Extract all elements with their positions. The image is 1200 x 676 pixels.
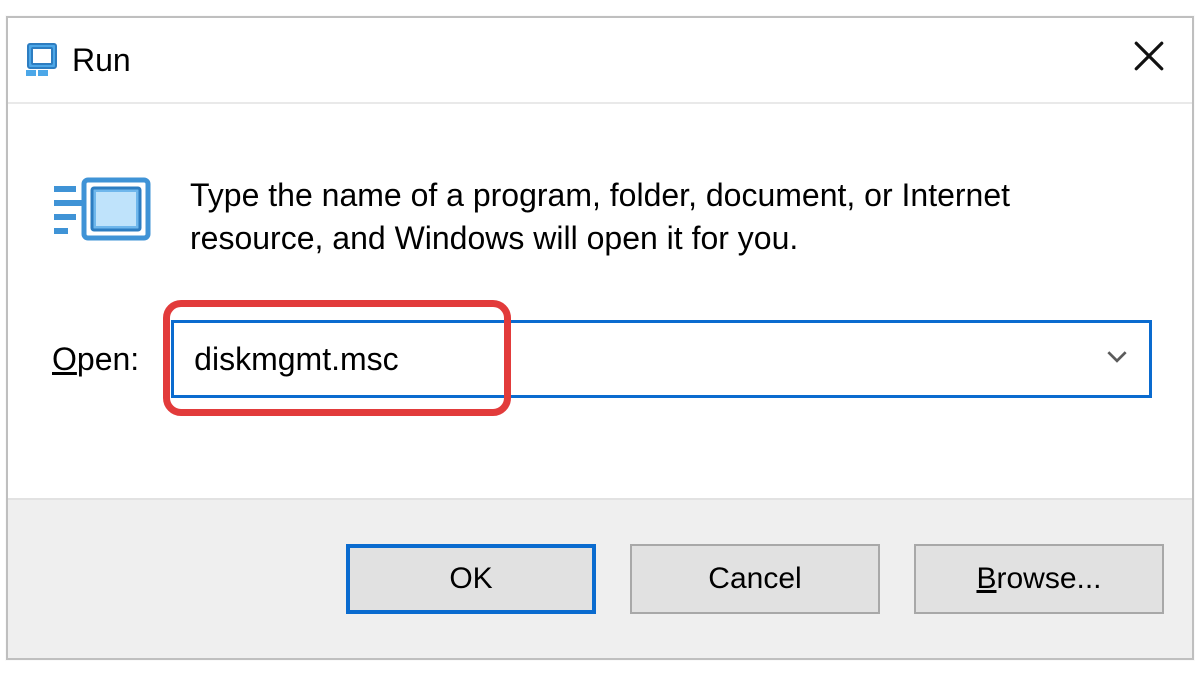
open-combobox[interactable] xyxy=(171,320,1152,398)
browse-button[interactable]: Browse... xyxy=(914,544,1164,614)
run-dialog: Run Type xyxy=(6,16,1194,660)
cancel-button-label: Cancel xyxy=(708,562,801,596)
run-icon xyxy=(54,174,154,254)
dialog-footer: OK Cancel Browse... xyxy=(8,498,1192,658)
instruction-row: Type the name of a program, folder, docu… xyxy=(48,174,1152,260)
close-button[interactable] xyxy=(1114,30,1184,90)
ok-button[interactable]: OK xyxy=(346,544,596,614)
open-input[interactable] xyxy=(192,340,1079,379)
instruction-text: Type the name of a program, folder, docu… xyxy=(190,174,1150,260)
titlebar: Run xyxy=(8,18,1192,104)
open-row: Open: xyxy=(52,320,1152,398)
open-combo-wrap xyxy=(171,320,1152,398)
dialog-body: Type the name of a program, folder, docu… xyxy=(8,104,1192,438)
close-icon xyxy=(1132,39,1166,82)
cancel-button[interactable]: Cancel xyxy=(630,544,880,614)
open-label: Open: xyxy=(52,341,139,378)
ok-button-label: OK xyxy=(449,562,492,596)
browse-button-label: Browse... xyxy=(976,562,1101,596)
dialog-title: Run xyxy=(72,42,131,79)
run-titlebar-icon xyxy=(24,42,60,78)
